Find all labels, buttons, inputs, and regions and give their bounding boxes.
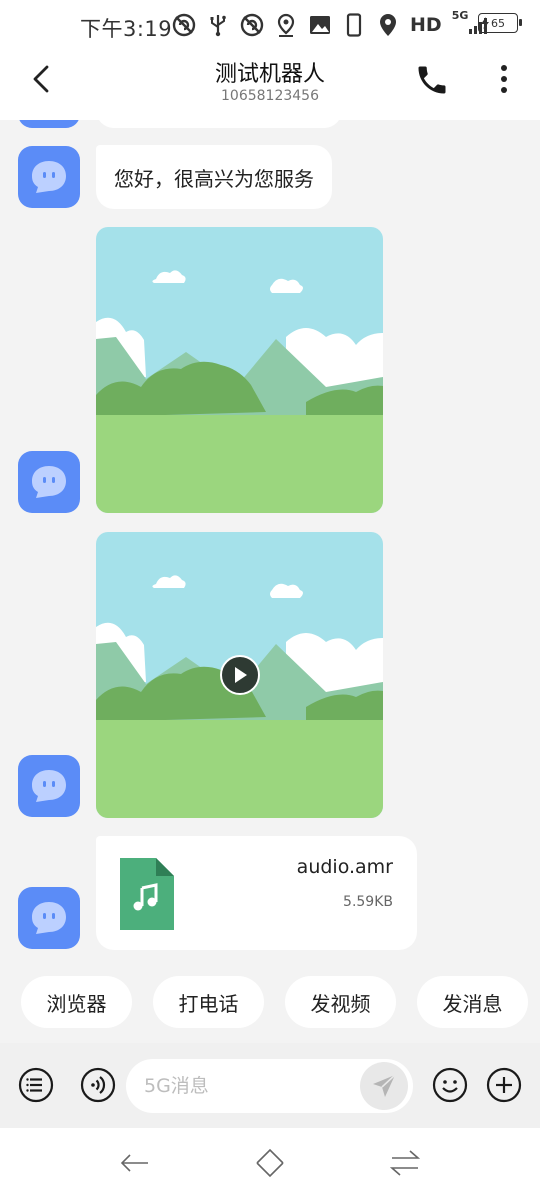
chatbot-avatar-icon [32, 161, 66, 193]
nav-home-button[interactable] [253, 1146, 287, 1180]
quick-reply-video[interactable]: 发视频 [285, 976, 396, 1028]
file-message[interactable]: audio.amr 5.59KB [96, 836, 417, 950]
usb-icon [206, 13, 230, 37]
status-bar: 下午3:19 HD 5G 65 [0, 0, 540, 48]
image-icon [308, 13, 332, 37]
battery-icon: 65 [478, 13, 522, 33]
notification-icon-2 [240, 13, 264, 37]
message-input-box[interactable] [126, 1059, 413, 1113]
chat-title: 测试机器人 [214, 62, 325, 87]
notification-icon [172, 13, 196, 37]
chat-header: 测试机器人 10658123456 [0, 48, 540, 120]
status-icons: HD 5G [172, 9, 492, 40]
avatar [18, 120, 80, 128]
image-message[interactable] [96, 227, 383, 513]
video-message[interactable] [96, 532, 383, 818]
menu-button[interactable] [18, 1067, 54, 1103]
hd-indicator: HD [410, 14, 442, 36]
nav-back-button[interactable] [118, 1146, 152, 1180]
landscape-image [96, 227, 383, 513]
emoji-button[interactable] [432, 1067, 468, 1103]
voice-button[interactable] [80, 1067, 116, 1103]
music-file-icon [120, 858, 174, 930]
chatbot-avatar-icon [32, 770, 66, 802]
emoji-icon [432, 1067, 468, 1103]
message-list[interactable]: 您好，很高兴为您服务 audio.amr 5.59KB [0, 120, 540, 965]
nav-recents-button[interactable] [388, 1146, 422, 1180]
add-button[interactable] [486, 1067, 522, 1103]
call-button[interactable] [414, 62, 450, 98]
phone-icon [418, 66, 446, 94]
avatar [18, 451, 80, 513]
play-icon [235, 667, 247, 683]
system-nav-bar [0, 1128, 540, 1200]
text-message[interactable]: 您好，很高兴为您服务 [96, 145, 332, 209]
location-icon [376, 13, 400, 37]
send-button[interactable] [360, 1062, 408, 1110]
play-button[interactable] [220, 655, 260, 695]
quick-replies: 浏览器 打电话 发视频 发消息 [0, 976, 540, 1030]
chatbot-avatar-icon [32, 466, 66, 498]
add-icon [486, 1067, 522, 1103]
status-time: 下午3:19 [80, 17, 173, 41]
list-menu-icon [18, 1067, 54, 1103]
composer-bar [0, 1043, 540, 1128]
avatar [18, 755, 80, 817]
quick-reply-message[interactable]: 发消息 [417, 976, 528, 1028]
nav-switch-icon [389, 1150, 421, 1176]
network-type: 5G [451, 9, 469, 22]
location-pin-icon [274, 13, 298, 37]
more-vertical-icon [501, 65, 507, 93]
avatar [18, 887, 80, 949]
phone-device-icon [342, 13, 366, 37]
message-input[interactable] [144, 1059, 354, 1113]
chatbot-avatar-icon [32, 902, 66, 934]
more-options-button[interactable] [492, 62, 516, 98]
avatar [18, 146, 80, 208]
message-bubble-partial [96, 120, 342, 128]
quick-reply-call[interactable]: 打电话 [153, 976, 264, 1028]
nav-home-icon [256, 1148, 284, 1178]
quick-reply-browser[interactable]: 浏览器 [21, 976, 132, 1028]
file-size: 5.59KB [343, 894, 393, 910]
battery-level: 65 [491, 16, 505, 30]
send-icon [373, 1074, 396, 1097]
file-name: audio.amr [296, 856, 393, 878]
nav-back-icon [120, 1154, 148, 1172]
chat-subtitle: 10658123456 [221, 88, 319, 104]
voice-icon [80, 1067, 116, 1103]
